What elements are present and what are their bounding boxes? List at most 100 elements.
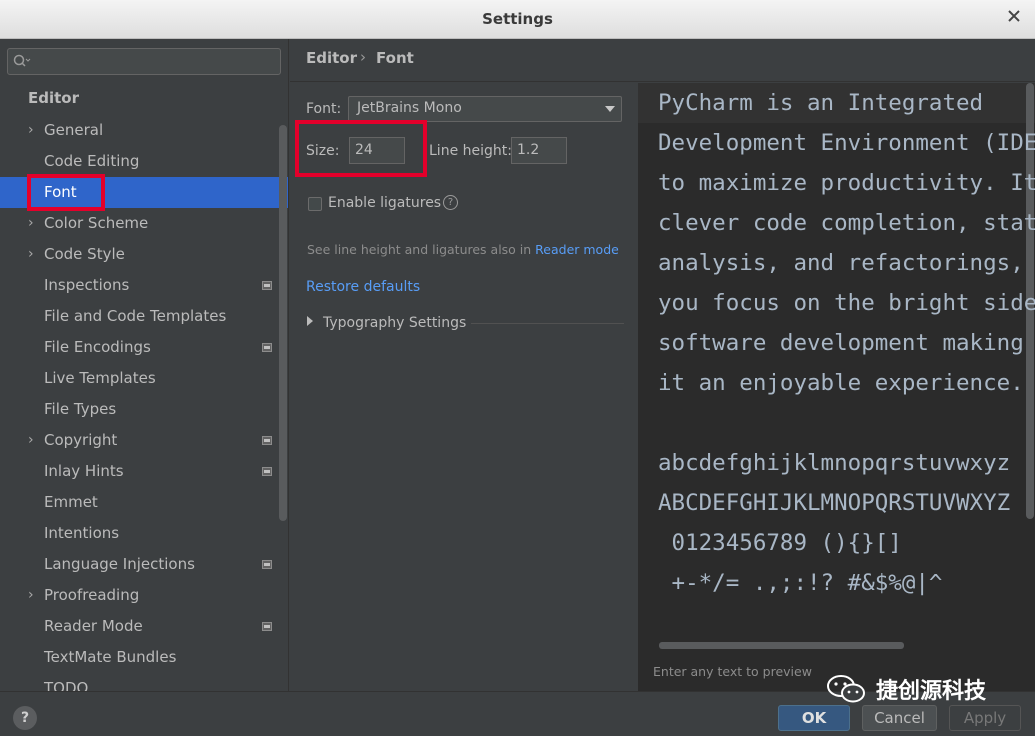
chevron-right-icon[interactable]: › bbox=[28, 425, 34, 456]
project-scope-icon bbox=[262, 436, 272, 445]
project-scope-icon bbox=[262, 281, 272, 290]
preview-line: to maximize productivity. It provides bbox=[658, 170, 1035, 196]
sidebar-item-label: Inspections bbox=[44, 276, 130, 294]
sidebar-item-label: File and Code Templates bbox=[44, 307, 227, 325]
enable-ligatures-checkbox[interactable] bbox=[308, 197, 322, 211]
sidebar-item-language-injections[interactable]: Language Injections bbox=[0, 549, 288, 580]
sidebar-item-label: Reader Mode bbox=[44, 617, 143, 635]
typography-settings-toggle[interactable]: Typography Settings bbox=[307, 315, 466, 331]
highlight-box-size bbox=[295, 120, 427, 177]
preview-line: it an enjoyable experience. bbox=[658, 370, 1024, 396]
ok-button[interactable]: OK bbox=[778, 705, 850, 731]
chevron-right-icon[interactable]: › bbox=[28, 115, 34, 146]
breadcrumb: Editor › Font bbox=[290, 39, 1035, 82]
breadcrumb-editor[interactable]: Editor bbox=[306, 49, 357, 67]
sidebar-item-inlay-hints[interactable]: Inlay Hints bbox=[0, 456, 288, 487]
sidebar-item-label: Language Injections bbox=[44, 555, 195, 573]
sidebar-item-label: Inlay Hints bbox=[44, 462, 124, 480]
sidebar-item-file-encodings[interactable]: File Encodings bbox=[0, 332, 288, 363]
sidebar-group-editor[interactable]: Editor bbox=[28, 89, 79, 107]
sidebar-item-general[interactable]: › General bbox=[0, 115, 288, 146]
sidebar-item-label: General bbox=[44, 121, 104, 139]
sidebar-item-label: Emmet bbox=[44, 493, 98, 511]
highlight-box-font bbox=[27, 174, 105, 211]
sidebar-item-todo[interactable]: TODO bbox=[0, 673, 288, 691]
project-scope-icon bbox=[262, 560, 272, 569]
sidebar-item-file-types[interactable]: File Types bbox=[0, 394, 288, 425]
preview-line: Development Environment (IDE) used bbox=[658, 130, 1035, 156]
hint-text: See line height and ligatures also in bbox=[307, 242, 536, 257]
sidebar-item-code-editing[interactable]: Code Editing bbox=[0, 146, 288, 177]
watermark-text: 捷创源科技 bbox=[876, 679, 987, 704]
preview-line: 0123456789 (){}[] bbox=[658, 530, 902, 556]
sidebar-item-proofreading[interactable]: › Proofreading bbox=[0, 580, 288, 611]
close-icon[interactable] bbox=[1007, 8, 1023, 28]
title-bar: Settings bbox=[0, 0, 1035, 39]
project-scope-icon bbox=[262, 343, 272, 352]
sidebar-item-code-style[interactable]: › Code Style bbox=[0, 239, 288, 270]
chevron-right-icon[interactable]: › bbox=[28, 208, 34, 239]
search-input[interactable] bbox=[7, 48, 281, 75]
window-title: Settings bbox=[482, 10, 553, 28]
font-preview-editor[interactable]: PyCharm is an Integrated Development Envi… bbox=[638, 83, 1035, 691]
font-settings-panel: Font: JetBrains Mono Size: 24 Line heigh… bbox=[290, 83, 637, 691]
wechat-icon bbox=[826, 674, 866, 704]
sidebar-item-label: TextMate Bundles bbox=[44, 648, 177, 666]
sidebar-scrollbar[interactable] bbox=[279, 125, 287, 521]
sidebar-item-copyright[interactable]: › Copyright bbox=[0, 425, 288, 456]
font-label: Font: bbox=[306, 101, 342, 117]
sidebar-item-label: File Encodings bbox=[44, 338, 151, 356]
sidebar-item-live-templates[interactable]: Live Templates bbox=[0, 363, 288, 394]
preview-line: clever code completion, static code bbox=[658, 210, 1035, 236]
sidebar-item-label: Code Editing bbox=[44, 152, 140, 170]
preview-line: ABCDEFGHIJKLMNOPQRSTUVWXYZ bbox=[658, 490, 1011, 516]
sidebar-item-color-scheme[interactable]: › Color Scheme bbox=[0, 208, 288, 239]
preview-line: PyCharm is an Integrated bbox=[658, 90, 984, 116]
project-scope-icon bbox=[262, 622, 272, 631]
enable-ligatures-label[interactable]: Enable ligatures bbox=[328, 195, 441, 211]
preview-line: abcdefghijklmnopqrstuvwxyz bbox=[658, 450, 1011, 476]
sidebar-item-label: Copyright bbox=[44, 431, 118, 449]
breadcrumb-separator: › bbox=[360, 48, 366, 66]
typography-settings-label: Typography Settings bbox=[323, 315, 467, 331]
help-button[interactable]: ? bbox=[13, 706, 37, 730]
line-height-input-value: 1.2 bbox=[517, 142, 540, 158]
sidebar-item-label: Code Style bbox=[44, 245, 125, 263]
chevron-right-icon[interactable]: › bbox=[28, 239, 34, 270]
preview-hint: Enter any text to preview bbox=[653, 664, 812, 679]
help-icon[interactable]: ? bbox=[443, 195, 458, 210]
sidebar-item-file-and-code-templates[interactable]: File and Code Templates bbox=[0, 301, 288, 332]
chevron-right-icon[interactable]: › bbox=[28, 580, 34, 611]
project-scope-icon bbox=[262, 467, 272, 476]
preview-line: +-*/= .,;:!? #&$%@|^ bbox=[658, 570, 943, 596]
reader-mode-link[interactable]: Reader mode bbox=[535, 242, 619, 257]
sidebar-item-emmet[interactable]: Emmet bbox=[0, 487, 288, 518]
sidebar-item-label: Intentions bbox=[44, 524, 120, 542]
line-height-label: Line height: bbox=[429, 143, 512, 159]
apply-button[interactable]: Apply bbox=[949, 705, 1021, 731]
preview-line: analysis, and refactorings, and lets bbox=[658, 250, 1024, 276]
preview-line: you focus on the bright side of bbox=[658, 290, 1035, 316]
breadcrumb-font: Font bbox=[376, 49, 414, 67]
sidebar-item-intentions[interactable]: Intentions bbox=[0, 518, 288, 549]
sidebar-item-label: Proofreading bbox=[44, 586, 140, 604]
expand-arrow-icon bbox=[307, 316, 313, 326]
cancel-button[interactable]: Cancel bbox=[862, 705, 937, 731]
font-select[interactable]: JetBrains Mono bbox=[348, 96, 622, 122]
preview-horizontal-scrollbar[interactable] bbox=[659, 642, 904, 649]
chevron-down-icon bbox=[605, 106, 615, 112]
preview-line: software development making bbox=[658, 330, 1024, 356]
sidebar-item-label: Color Scheme bbox=[44, 214, 149, 232]
settings-sidebar: Editor › General Code Editing Font › Color Sc… bbox=[0, 39, 289, 691]
sidebar-item-label: File Types bbox=[44, 400, 117, 418]
separator-line bbox=[471, 323, 624, 324]
line-height-input[interactable]: 1.2 bbox=[511, 137, 567, 164]
font-select-value: JetBrains Mono bbox=[357, 100, 462, 116]
sidebar-item-label: Live Templates bbox=[44, 369, 156, 387]
sidebar-item-reader-mode[interactable]: Reader Mode bbox=[0, 611, 288, 642]
sidebar-item-textmate-bundles[interactable]: TextMate Bundles bbox=[0, 642, 288, 673]
search-icon bbox=[12, 52, 32, 70]
reader-mode-hint: See line height and ligatures also in Re… bbox=[307, 242, 619, 257]
restore-defaults-link[interactable]: Restore defaults bbox=[306, 279, 420, 295]
sidebar-item-inspections[interactable]: Inspections bbox=[0, 270, 288, 301]
